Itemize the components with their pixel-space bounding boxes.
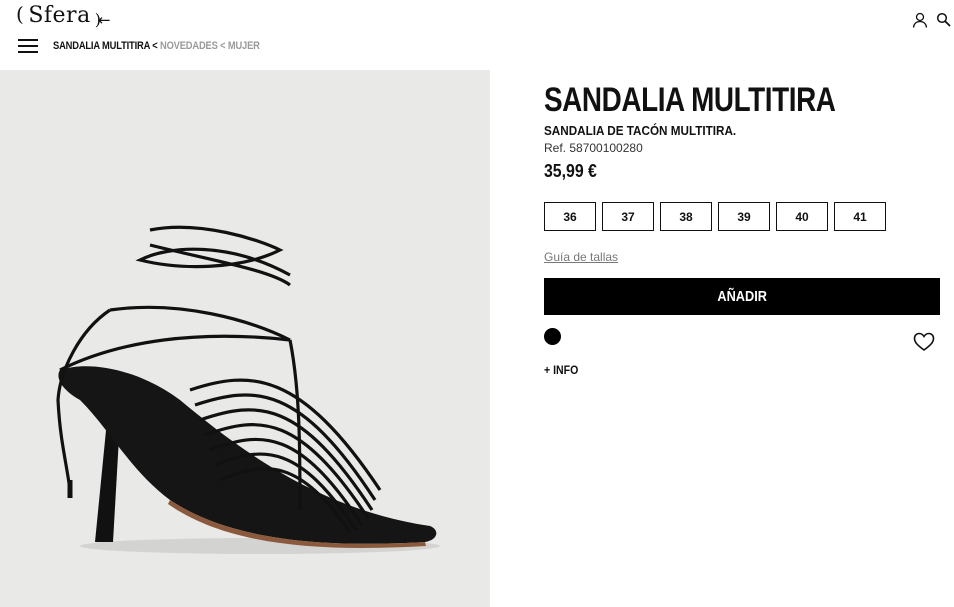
color-swatch-black[interactable] [544, 328, 561, 345]
product-image[interactable] [0, 70, 490, 607]
size-option-38[interactable]: 38 [660, 202, 712, 231]
menu-icon[interactable] [18, 39, 38, 53]
header: ( Sfera ) ← SANDALIA MULTITIRA < NOVEDAD… [0, 0, 954, 70]
breadcrumb-item-novedades[interactable]: NOVEDADES [160, 40, 218, 52]
breadcrumb: SANDALIA MULTITIRA < NOVEDADES < MUJER [53, 40, 260, 52]
add-to-cart-button[interactable]: AÑADIR [544, 278, 940, 315]
size-option-39[interactable]: 39 [718, 202, 770, 231]
breadcrumb-separator: < [152, 40, 158, 52]
product-reference: Ref. 58700100280 [544, 141, 643, 155]
product-subtitle: SANDALIA DE TACÓN MULTITIRA. [544, 123, 737, 138]
size-option-36[interactable]: 36 [544, 202, 596, 231]
back-arrow-icon[interactable]: ← [98, 11, 111, 29]
product-price: 35,99 € [544, 161, 597, 181]
user-icon[interactable] [912, 12, 928, 28]
size-option-37[interactable]: 37 [602, 202, 654, 231]
product-info: SANDALIA MULTITIRA SANDALIA DE TACÓN MUL… [544, 80, 940, 377]
breadcrumb-current: SANDALIA MULTITIRA [53, 40, 150, 52]
sfera-logo[interactable]: ( Sfera ) [16, 2, 101, 29]
product-title: SANDALIA MULTITIRA [544, 81, 836, 119]
sandal-image [0, 70, 490, 607]
size-guide-link[interactable]: Guía de tallas [544, 250, 618, 264]
size-option-40[interactable]: 40 [776, 202, 828, 231]
logo-text: Sfera [28, 3, 91, 28]
search-icon[interactable] [936, 12, 951, 27]
size-option-41[interactable]: 41 [834, 202, 886, 231]
logo-paren-left: ( [16, 2, 25, 26]
more-info-link[interactable]: + INFO [544, 363, 578, 377]
breadcrumb-separator: < [220, 40, 226, 52]
breadcrumb-item-mujer[interactable]: MUJER [228, 40, 260, 52]
size-selector: 36 37 38 39 40 41 [544, 202, 886, 231]
heart-icon[interactable] [913, 332, 935, 352]
add-to-cart-label: AÑADIR [717, 288, 767, 305]
